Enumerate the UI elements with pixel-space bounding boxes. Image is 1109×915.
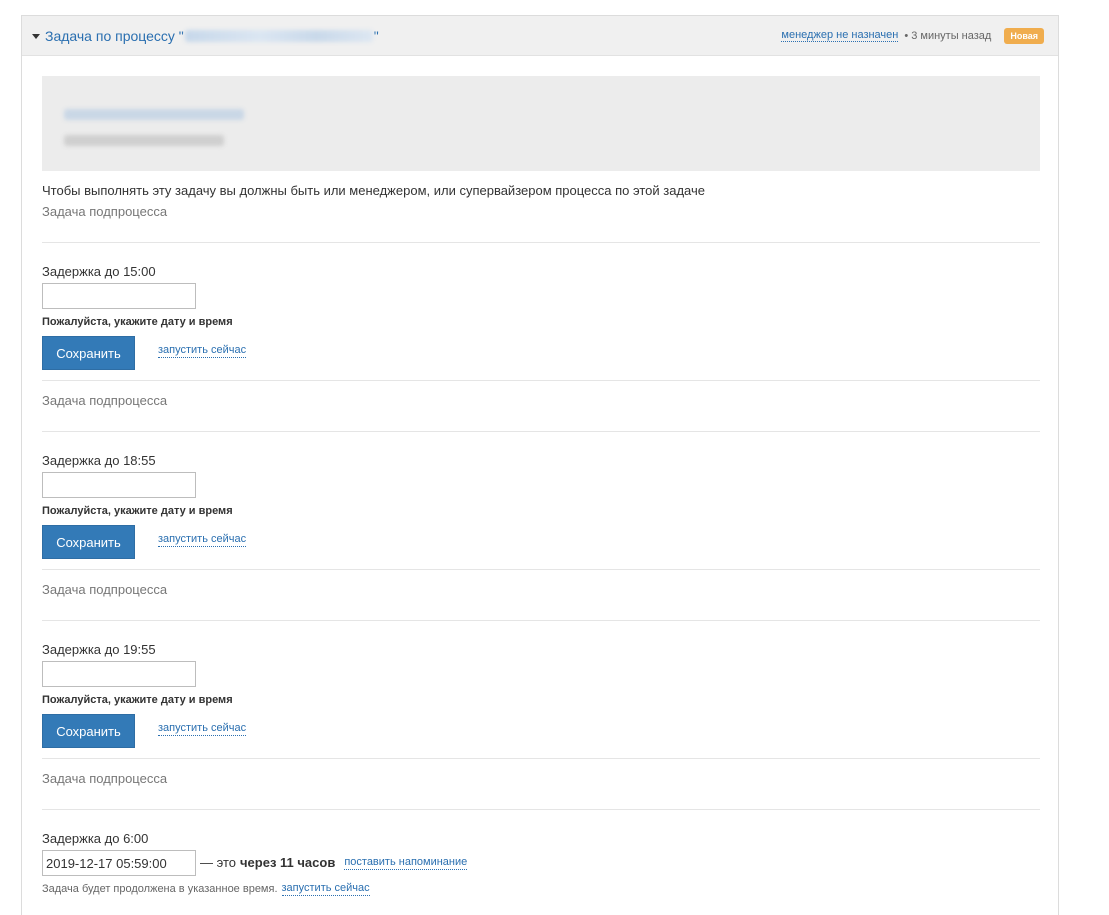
save-button[interactable]: Сохранить	[42, 336, 135, 370]
relative-value: через 11 часов	[240, 855, 336, 870]
run-now-link[interactable]: запустить сейчас	[158, 722, 247, 736]
subprocess-label: Задача подпроцесса	[42, 582, 168, 597]
run-now-link[interactable]: запустить сейчас	[158, 344, 247, 358]
run-now-link[interactable]: запустить сейчас	[158, 533, 247, 547]
date-hint: Пожалуйста, укажите дату и время	[42, 694, 233, 706]
continuation-note: Задача будет продолжена в указанное врем…	[42, 882, 370, 896]
divider	[42, 809, 1040, 810]
redacted-email	[64, 109, 244, 120]
date-hint: Пожалуйста, укажите дату и время	[42, 316, 233, 328]
set-reminder-link[interactable]: поставить напоминание	[344, 856, 468, 870]
delay-date-input[interactable]	[42, 283, 196, 309]
task-panel: Задача по процессу " " менеджер не назна…	[21, 15, 1059, 915]
redacted-process-name	[184, 29, 373, 42]
delay-title: Задержка до 15:00	[42, 264, 156, 279]
redacted-contact-box	[42, 76, 1040, 171]
status-badge: Новая	[1004, 27, 1044, 44]
date-hint: Пожалуйста, укажите дату и время	[42, 505, 233, 517]
divider	[42, 620, 1040, 621]
divider	[42, 431, 1040, 432]
divider	[42, 758, 1040, 759]
subprocess-label: Задача подпроцесса	[42, 771, 168, 786]
delay-title: Задержка до 19:55	[42, 642, 156, 657]
relative-prefix: — это	[200, 855, 236, 870]
save-button[interactable]: Сохранить	[42, 714, 135, 748]
task-header: Задача по процессу " " менеджер не назна…	[22, 16, 1058, 56]
task-title[interactable]: Задача по процессу " "	[45, 28, 379, 44]
redacted-phone	[64, 135, 224, 146]
subprocess-label: Задача подпроцесса	[42, 393, 168, 408]
divider	[42, 569, 1040, 570]
subprocess-label: Задача подпроцесса	[42, 204, 168, 219]
delay-date-input[interactable]	[42, 850, 196, 876]
task-title-prefix: Задача по процессу "	[45, 27, 184, 44]
divider	[42, 242, 1040, 243]
delay-title: Задержка до 18:55	[42, 453, 156, 468]
task-meta: менеджер не назначен • 3 минуты назад Но…	[781, 27, 1044, 44]
delay-date-input[interactable]	[42, 661, 196, 687]
caret-down-icon[interactable]	[32, 33, 40, 39]
task-title-suffix: "	[373, 27, 379, 44]
permission-notice: Чтобы выполнять эту задачу вы должны быт…	[42, 183, 705, 198]
run-now-link[interactable]: запустить сейчас	[281, 882, 370, 896]
save-button[interactable]: Сохранить	[42, 525, 135, 559]
continuation-text: Задача будет продолжена в указанное врем…	[42, 883, 278, 895]
relative-time: — это через 11 часов поставить напоминан…	[200, 855, 468, 870]
manager-link[interactable]: менеджер не назначен	[781, 29, 899, 42]
separator-dot: •	[904, 29, 909, 42]
delay-title: Задержка до 6:00	[42, 831, 149, 846]
time-ago: 3 минуты назад	[911, 29, 992, 42]
divider	[42, 380, 1040, 381]
delay-date-input[interactable]	[42, 472, 196, 498]
